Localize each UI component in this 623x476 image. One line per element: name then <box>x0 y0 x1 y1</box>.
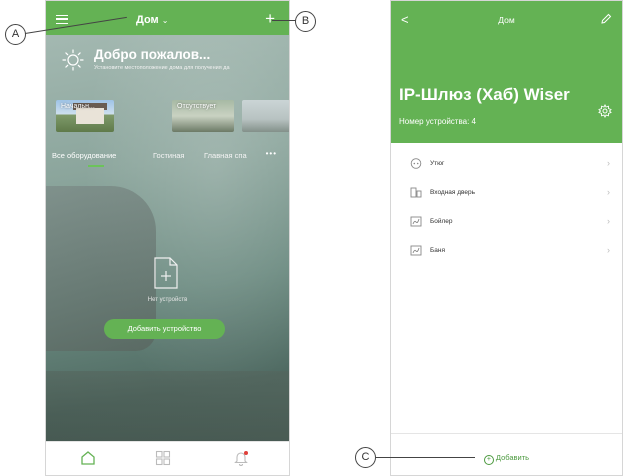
tab-living-room[interactable]: Гостиная <box>153 151 184 160</box>
home-title: Дом <box>136 14 159 26</box>
device-name: Утюг <box>430 160 445 167</box>
pencil-icon[interactable] <box>601 13 612 24</box>
tab-main-bedroom[interactable]: Главная спа <box>204 151 247 160</box>
chevron-right-icon: › <box>607 187 610 197</box>
gear-icon[interactable] <box>598 104 612 118</box>
chevron-right-icon: › <box>607 158 610 168</box>
bell-icon[interactable] <box>233 450 249 466</box>
add-button-label: Добавить <box>495 453 530 462</box>
device-row-front-door[interactable]: Входная дверь › <box>399 180 616 206</box>
bottom-nav <box>46 441 289 475</box>
divider <box>391 433 622 434</box>
chevron-right-icon: › <box>607 216 610 226</box>
hub-header: < Дом IP-Шлюз (Хаб) Wiser Номер устройст… <box>391 1 622 143</box>
device-name: Баня <box>430 247 445 254</box>
home-icon[interactable] <box>80 450 96 466</box>
scene-card-start[interactable]: Начальн... <box>56 100 114 132</box>
callout-a: A <box>5 24 26 45</box>
plus-circle-icon: + <box>483 455 494 465</box>
add-button[interactable]: + Добавить <box>391 453 622 465</box>
menu-icon[interactable] <box>56 15 68 24</box>
tabs-more-icon[interactable]: ••• <box>266 149 277 158</box>
socket-icon <box>410 158 422 169</box>
device-name: Входная дверь <box>430 189 476 196</box>
callout-c-leader <box>375 457 475 458</box>
chevron-right-icon: › <box>607 245 610 255</box>
right-phone-screen: < Дом IP-Шлюз (Хаб) Wiser Номер устройст… <box>390 0 623 476</box>
callout-c: C <box>355 447 376 468</box>
grid-icon[interactable] <box>155 450 171 466</box>
callout-b-leader <box>272 20 296 21</box>
notification-badge <box>244 451 248 455</box>
hub-name: IP-Шлюз (Хаб) Wiser <box>399 85 570 104</box>
device-count: Номер устройства: 4 <box>399 117 476 126</box>
background-floor <box>46 371 289 441</box>
sun-icon <box>62 49 84 71</box>
home-selector[interactable]: Дом ⌄ <box>136 14 168 26</box>
welcome-subtitle[interactable]: Установите местоположение дома для получ… <box>94 65 284 71</box>
add-device-button[interactable]: Добавить устройство <box>104 319 225 339</box>
scene-label: Начальн... <box>61 103 95 110</box>
top-bar: Дом ⌄ + <box>46 1 289 35</box>
boiler-icon <box>410 216 422 227</box>
house-image <box>76 108 104 124</box>
left-phone-screen: Дом ⌄ + Добро пожалов... Установите место… <box>45 0 290 476</box>
empty-device-icon <box>154 257 178 289</box>
chevron-down-icon: ⌄ <box>161 16 169 25</box>
boiler-icon <box>410 245 422 256</box>
callout-b: B <box>295 11 316 32</box>
device-list: Утюг › Входная дверь › Бойлер › Баня › <box>399 143 616 433</box>
active-tab-indicator <box>88 165 104 167</box>
device-row-iron[interactable]: Утюг › <box>399 151 616 177</box>
device-row-boiler[interactable]: Бойлер › <box>399 209 616 235</box>
add-plus-icon[interactable]: + <box>265 10 275 27</box>
empty-state-text: Нет устройств <box>147 297 188 303</box>
scene-label: Отсутствует <box>177 103 217 110</box>
welcome-title: Добро пожалов... <box>94 47 211 62</box>
room-tabs: Все оборудование Гостиная Главная спа <box>46 151 289 167</box>
scene-card-away[interactable]: Отсутствует <box>172 100 234 132</box>
scene-card-partial[interactable] <box>242 100 289 132</box>
door-icon <box>410 187 422 198</box>
device-name: Бойлер <box>430 218 453 225</box>
tab-all-equipment[interactable]: Все оборудование <box>52 151 116 160</box>
device-row-sauna[interactable]: Баня › <box>399 238 616 264</box>
screen-title: Дом <box>498 15 515 25</box>
